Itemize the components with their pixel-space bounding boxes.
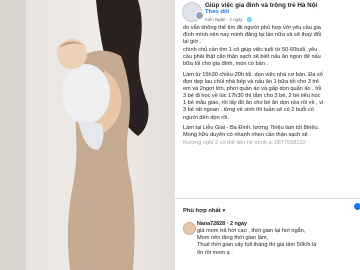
post-line: em và 2ngợi lớn, phơi quần áo và gấp dọn…	[183, 85, 322, 92]
like-reaction-icon	[353, 202, 360, 211]
post-line: chính chủ cần tìm 1 cô giúp việc tuổi từ…	[183, 46, 318, 53]
author-line: Kiên Ngân · 2 ngày · 🌐	[205, 17, 252, 22]
post-body: do vẫn không thể tìm đk người phù hợp vớ…	[183, 25, 355, 150]
post-line: đình mình nên nay mình đăng lại lần nữa …	[183, 32, 322, 39]
post-line: cầu phải thật cẩn thận sạch sẽ biết nấu …	[183, 53, 321, 60]
post-line: Làm tại Liễu Giai - Ba Đình. lương 7triệ…	[183, 125, 320, 132]
post-line: lại giờ .	[183, 39, 202, 46]
post-paragraph: do vẫn không thể tìm đk người phù hợp vớ…	[183, 25, 355, 68]
commenter-avatar[interactable]	[183, 222, 196, 235]
post-photo[interactable]	[0, 0, 175, 270]
post-header: Giúp việc gia đình và trông trẻ Hà Nội T…	[175, 0, 360, 22]
chevron-down-icon: ▾	[222, 209, 226, 214]
post-paragraph: Làm từ 15h30 chiều-20h tối. dọn việc nhà…	[183, 72, 355, 122]
facebook-post: Giúp việc gia đình và trông trẻ Hà Nội T…	[175, 0, 360, 270]
post-line-phone[interactable]: thương nghỉ 2 có thể liên hệ mình ạ. 087…	[183, 140, 355, 147]
post-line: đọn dẹp lau chùi nhà bếp và nấu ăn 1 bữa…	[183, 78, 319, 85]
comment-line: Thuê thời gian vậy full tháng thì giá tầ…	[197, 242, 317, 249]
mother-baby-photo	[0, 0, 175, 270]
post-line: bữa tối cho gia đình, món có bản .	[183, 60, 268, 67]
post-line: người đến dọn rồi.	[183, 114, 229, 121]
sort-label: Phù hợp nhất	[183, 208, 221, 214]
author-avatar[interactable]	[195, 11, 204, 20]
post-line: Làm từ 15h30 chiều-20h tối. dọn việc nhà…	[183, 71, 323, 78]
comment-line: Mom nên tăng thời gian làm,	[197, 235, 269, 242]
comment-time: 2 ngày	[229, 221, 248, 227]
comment-line: giá mom trả hơi cao , thời gian lại hơi …	[197, 228, 306, 234]
post-paragraph: Làm tại Liễu Giai - Ba Đình. lương 7triệ…	[183, 125, 355, 147]
reaction-icons[interactable]	[353, 202, 360, 211]
comment-line: ổn rồi mom ạ .	[197, 249, 233, 256]
divider	[175, 198, 360, 199]
comment-bubble: Nana72828 · 2 ngày giá mom trả hơi cao ,…	[197, 221, 357, 257]
post-line: Mong hữu duyên có nhanh nhẹn cần thận sạ…	[183, 132, 311, 139]
commenter-name[interactable]: Nana72828 · 2 ngày	[197, 221, 357, 228]
comment-sort-dropdown[interactable]: Phù hợp nhất ▾	[183, 208, 225, 215]
post-line: 3 bé rất ngoan . từng về sinh thì tuần s…	[183, 107, 314, 114]
